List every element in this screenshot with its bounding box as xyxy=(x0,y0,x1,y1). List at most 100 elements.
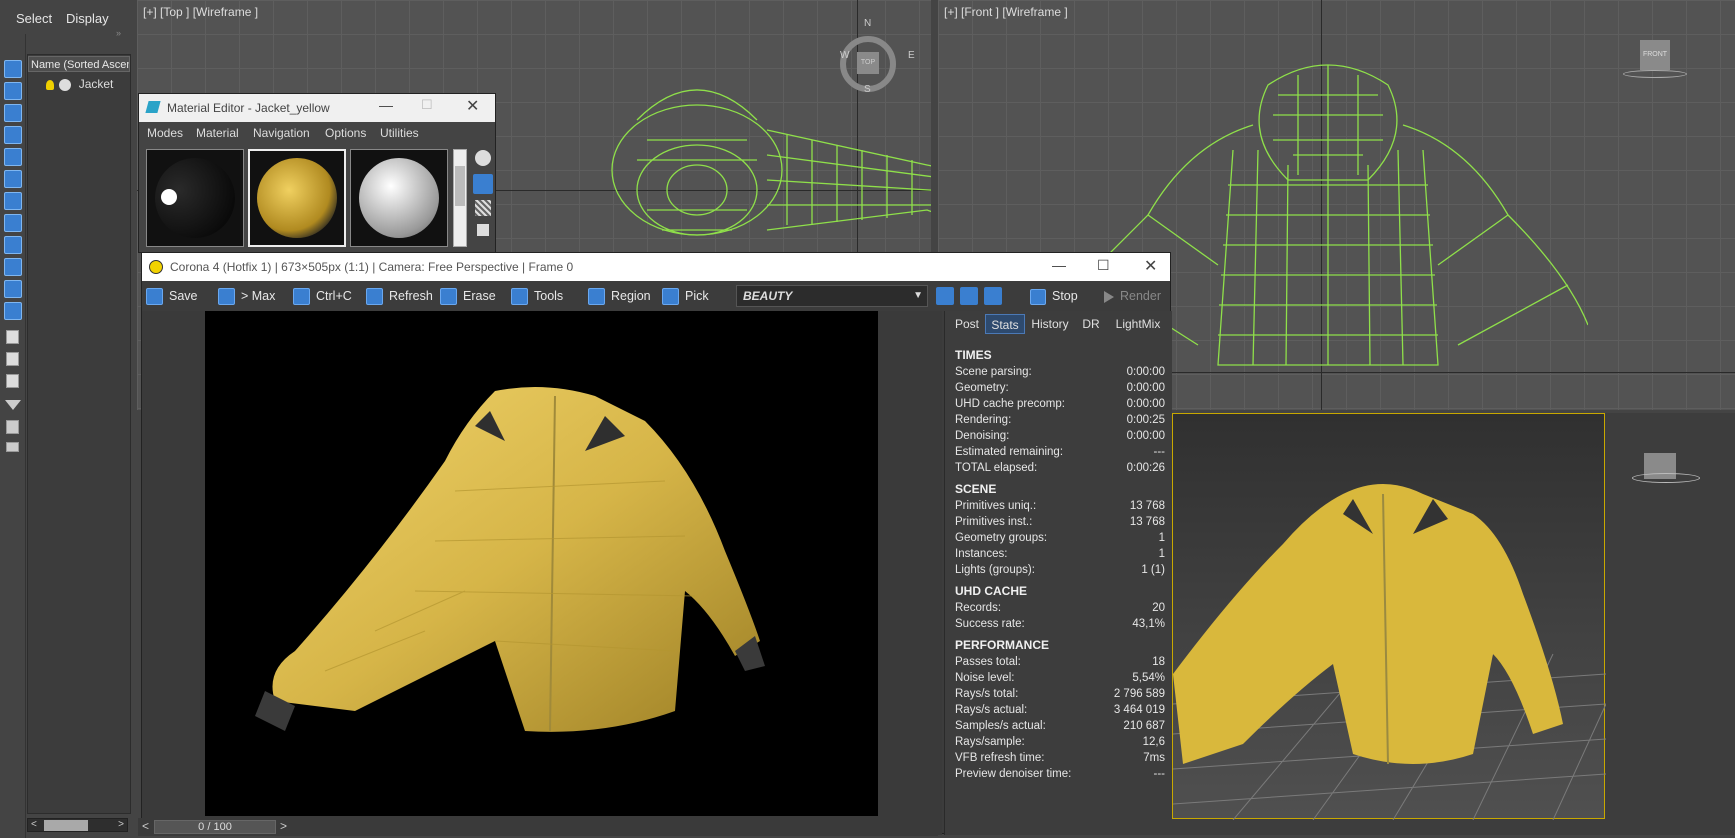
list-item[interactable]: Jacket xyxy=(46,77,113,93)
stats-panel: Post Stats History DR LightMix TIMES Sce… xyxy=(944,311,1172,835)
display-helpers-icon[interactable] xyxy=(4,170,22,188)
next-frame-icon[interactable]: > xyxy=(280,819,287,833)
list-item-label: Jacket xyxy=(78,77,114,91)
explorer-column-header[interactable]: Name (Sorted Ascending) xyxy=(28,56,130,72)
scroll-left-icon[interactable]: < xyxy=(31,819,37,830)
menu-options[interactable]: Options xyxy=(325,126,366,140)
display-containers-icon[interactable] xyxy=(4,280,22,298)
viewport-label[interactable]: [+] [Top ] [Wireframe ] xyxy=(143,5,258,19)
chevron-down-icon: ▼ xyxy=(913,290,923,301)
stat-row: Lights (groups): 1 (1) xyxy=(955,564,1165,576)
display-bones-icon[interactable] xyxy=(4,258,22,276)
backlight-icon[interactable] xyxy=(473,174,493,194)
uv-tiling-icon[interactable] xyxy=(477,224,489,236)
minimize-icon[interactable]: — xyxy=(379,97,393,113)
material-slot[interactable] xyxy=(350,149,448,247)
close-icon[interactable]: ✕ xyxy=(466,96,479,116)
zoom-in-icon[interactable] xyxy=(936,287,954,305)
material-editor-titlebar[interactable]: Material Editor - Jacket_yellow — ☐ ✕ xyxy=(139,94,495,122)
erase-button[interactable]: Erase xyxy=(440,285,496,307)
tools-button[interactable]: Tools xyxy=(511,285,563,307)
stop-icon xyxy=(1030,288,1046,305)
zoom-fit-icon[interactable] xyxy=(984,287,1002,305)
display-cameras-icon[interactable] xyxy=(4,148,22,166)
display-spacewarps-icon[interactable] xyxy=(4,192,22,210)
scrollbar-thumb[interactable] xyxy=(44,820,88,831)
menu-utilities[interactable]: Utilities xyxy=(380,126,419,140)
material-editor-window: Material Editor - Jacket_yellow — ☐ ✕ Mo… xyxy=(138,93,496,253)
page-blank-icon[interactable] xyxy=(6,352,19,366)
refresh-label: Refresh xyxy=(389,289,433,303)
filter-settings-icon[interactable] xyxy=(6,420,19,434)
stat-row: Instances: 1 xyxy=(955,548,1165,560)
menu-material[interactable]: Material xyxy=(196,126,239,140)
region-button[interactable]: Region xyxy=(588,285,651,307)
scene-explorer-list xyxy=(27,54,131,814)
minimize-icon[interactable]: — xyxy=(1052,257,1066,273)
select-objects-icon[interactable] xyxy=(4,60,22,78)
background-checker-icon[interactable] xyxy=(475,200,491,216)
display-xrefs-icon[interactable] xyxy=(4,236,22,254)
maximize-icon[interactable]: ☐ xyxy=(1097,257,1110,274)
material-slot-selected[interactable] xyxy=(248,149,346,247)
viewport-label[interactable]: [+] [Front ] [Wireframe ] xyxy=(944,5,1068,19)
max-icon xyxy=(218,288,235,306)
scroll-right-icon[interactable]: > xyxy=(118,819,124,830)
copy-button[interactable]: Ctrl+C xyxy=(293,285,352,307)
tab-post[interactable]: Post xyxy=(949,314,985,334)
viewcube-face[interactable]: TOP xyxy=(857,52,879,74)
to-max-button[interactable]: > Max xyxy=(218,285,275,307)
viewcube-ring[interactable] xyxy=(1632,473,1700,483)
time-slider[interactable]: < 0 / 100 > xyxy=(138,818,938,836)
lightbulb-icon[interactable] xyxy=(46,79,54,90)
prev-frame-icon[interactable]: < xyxy=(142,819,149,833)
pick-icon xyxy=(662,288,679,306)
menu-navigation[interactable]: Navigation xyxy=(253,126,310,140)
scene-explorer-toolbar xyxy=(0,0,26,838)
stat-row: Rendering: 0:00:25 xyxy=(955,414,1165,426)
stat-row: Denoising: 0:00:00 xyxy=(955,430,1165,442)
maximize-icon[interactable]: ☐ xyxy=(421,97,433,113)
layer-icon[interactable] xyxy=(6,442,19,452)
vfb-titlebar[interactable]: Corona 4 (Hotfix 1) | 673×505px (1:1) | … xyxy=(142,253,1170,281)
page-icon[interactable] xyxy=(6,330,19,344)
display-geometry-icon[interactable] xyxy=(4,82,22,100)
tab-dr[interactable]: DR xyxy=(1077,314,1105,334)
tab-stats[interactable]: Stats xyxy=(985,314,1025,334)
viewcube-ring[interactable] xyxy=(1623,70,1687,78)
render-pass-value: BEAUTY xyxy=(743,289,793,303)
section-scene: SCENE xyxy=(955,482,997,496)
time-slider-thumb[interactable]: 0 / 100 xyxy=(154,820,276,834)
list-icon[interactable] xyxy=(6,374,19,388)
sample-type-icon[interactable] xyxy=(475,150,491,166)
menu-modes[interactable]: Modes xyxy=(147,126,183,140)
display-lights-icon[interactable] xyxy=(4,126,22,144)
save-button[interactable]: Save xyxy=(146,285,198,307)
display-frozen-icon[interactable] xyxy=(4,302,22,320)
viewcube-face[interactable]: FRONT xyxy=(1640,40,1670,70)
region-label: Region xyxy=(611,289,651,303)
tab-history[interactable]: History xyxy=(1025,314,1075,334)
stop-button[interactable]: Stop xyxy=(1030,285,1078,307)
slots-scrollbar[interactable] xyxy=(453,149,467,247)
viewport-perspective[interactable] xyxy=(1172,413,1735,835)
stat-row: Passes total: 18 xyxy=(955,656,1165,668)
horizontal-scrollbar[interactable]: < > xyxy=(27,818,128,832)
close-icon[interactable]: ✕ xyxy=(1144,256,1157,276)
render-pass-select[interactable]: BEAUTY ▼ xyxy=(736,285,928,307)
refresh-button[interactable]: Refresh xyxy=(366,285,433,307)
material-slot[interactable] xyxy=(146,149,244,247)
vfb-image-area[interactable] xyxy=(142,311,942,835)
display-shapes-icon[interactable] xyxy=(4,104,22,122)
pick-button[interactable]: Pick xyxy=(662,285,709,307)
zoom-out-icon[interactable] xyxy=(960,287,978,305)
tab-lightmix[interactable]: LightMix xyxy=(1107,314,1169,334)
section-times: TIMES xyxy=(955,348,992,362)
collapse-icon[interactable]: » xyxy=(116,28,121,38)
filter-icon[interactable] xyxy=(5,400,21,410)
display-groups-icon[interactable] xyxy=(4,214,22,232)
tab-select[interactable]: Select xyxy=(16,11,52,26)
viewport-active-frame xyxy=(1172,413,1606,820)
render-button[interactable]: Render xyxy=(1104,285,1161,307)
tab-display[interactable]: Display xyxy=(66,11,109,26)
